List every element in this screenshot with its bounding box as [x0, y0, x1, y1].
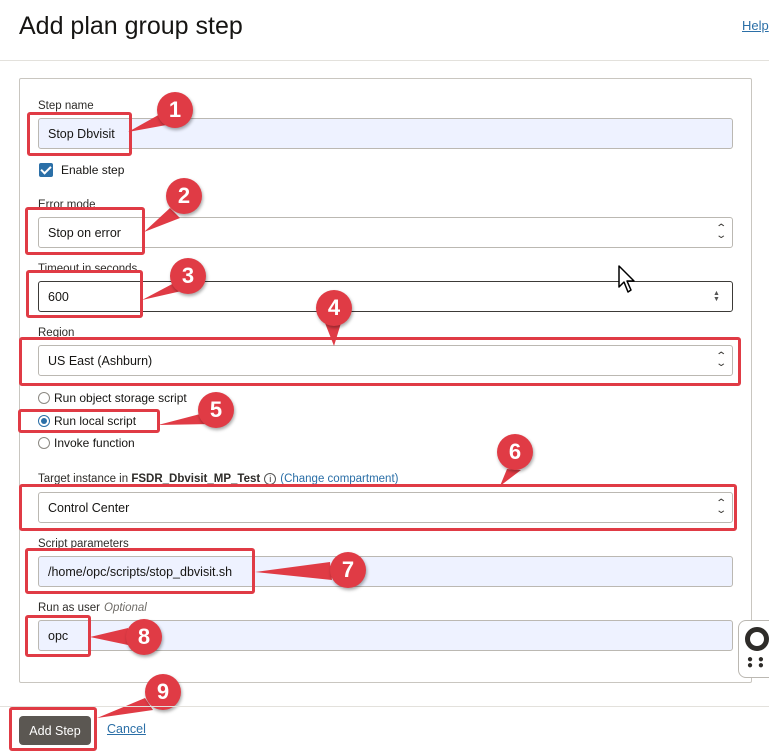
highlight-box-2	[25, 207, 145, 255]
help-widget[interactable]: ● ● ●● ● ●	[738, 620, 769, 678]
annotation-badge-3: 3	[170, 258, 210, 298]
enable-step-checkbox[interactable]	[39, 163, 53, 177]
select-arrows-icon: ⌃ ⌄	[714, 223, 727, 241]
optional-tag: Optional	[104, 602, 147, 614]
annotation-badge-1: 1	[157, 92, 197, 132]
mouse-pointer-icon	[618, 265, 635, 293]
spinner-icon[interactable]: ▲ ▼	[712, 290, 721, 304]
step-name-label: Step name	[38, 100, 94, 112]
cancel-link[interactable]: Cancel	[107, 722, 146, 736]
lifebuoy-icon[interactable]	[745, 627, 769, 651]
grid-dots-icon[interactable]: ● ● ●● ● ●	[747, 655, 769, 671]
highlight-box-7	[25, 548, 255, 594]
annotation-badge-6: 6	[497, 434, 537, 474]
run-as-user-label-text: Run as user	[38, 602, 101, 614]
annotation-badge-2: 2	[166, 178, 206, 218]
header-divider	[0, 60, 769, 61]
run-as-user-label: Run as user Optional	[38, 602, 147, 614]
highlight-box-6	[19, 484, 737, 531]
help-link[interactable]: Help	[742, 18, 769, 33]
highlight-box-4	[19, 337, 741, 386]
annotation-badge-5: 5	[198, 392, 238, 432]
highlight-box-8	[25, 615, 91, 657]
radio-object-storage-label: Run object storage script	[54, 391, 187, 405]
step-name-input[interactable]: Stop Dbvisit	[38, 118, 733, 149]
highlight-box-1	[27, 112, 132, 156]
radio-object-storage[interactable]	[38, 392, 50, 404]
highlight-box-3	[26, 270, 143, 318]
annotation-badge-9: 9	[145, 674, 185, 714]
footer-divider	[0, 706, 769, 707]
radio-invoke-function-label: Invoke function	[54, 436, 135, 450]
page-title: Add plan group step	[19, 12, 243, 40]
enable-step-label: Enable step	[61, 163, 125, 177]
radio-invoke-function[interactable]	[38, 437, 50, 449]
annotation-badge-8: 8	[126, 619, 166, 659]
annotation-badge-4: 4	[316, 290, 356, 330]
highlight-box-5	[18, 409, 160, 433]
annotation-badge-7: 7	[330, 552, 370, 592]
add-step-button[interactable]: Add Step	[19, 716, 91, 745]
